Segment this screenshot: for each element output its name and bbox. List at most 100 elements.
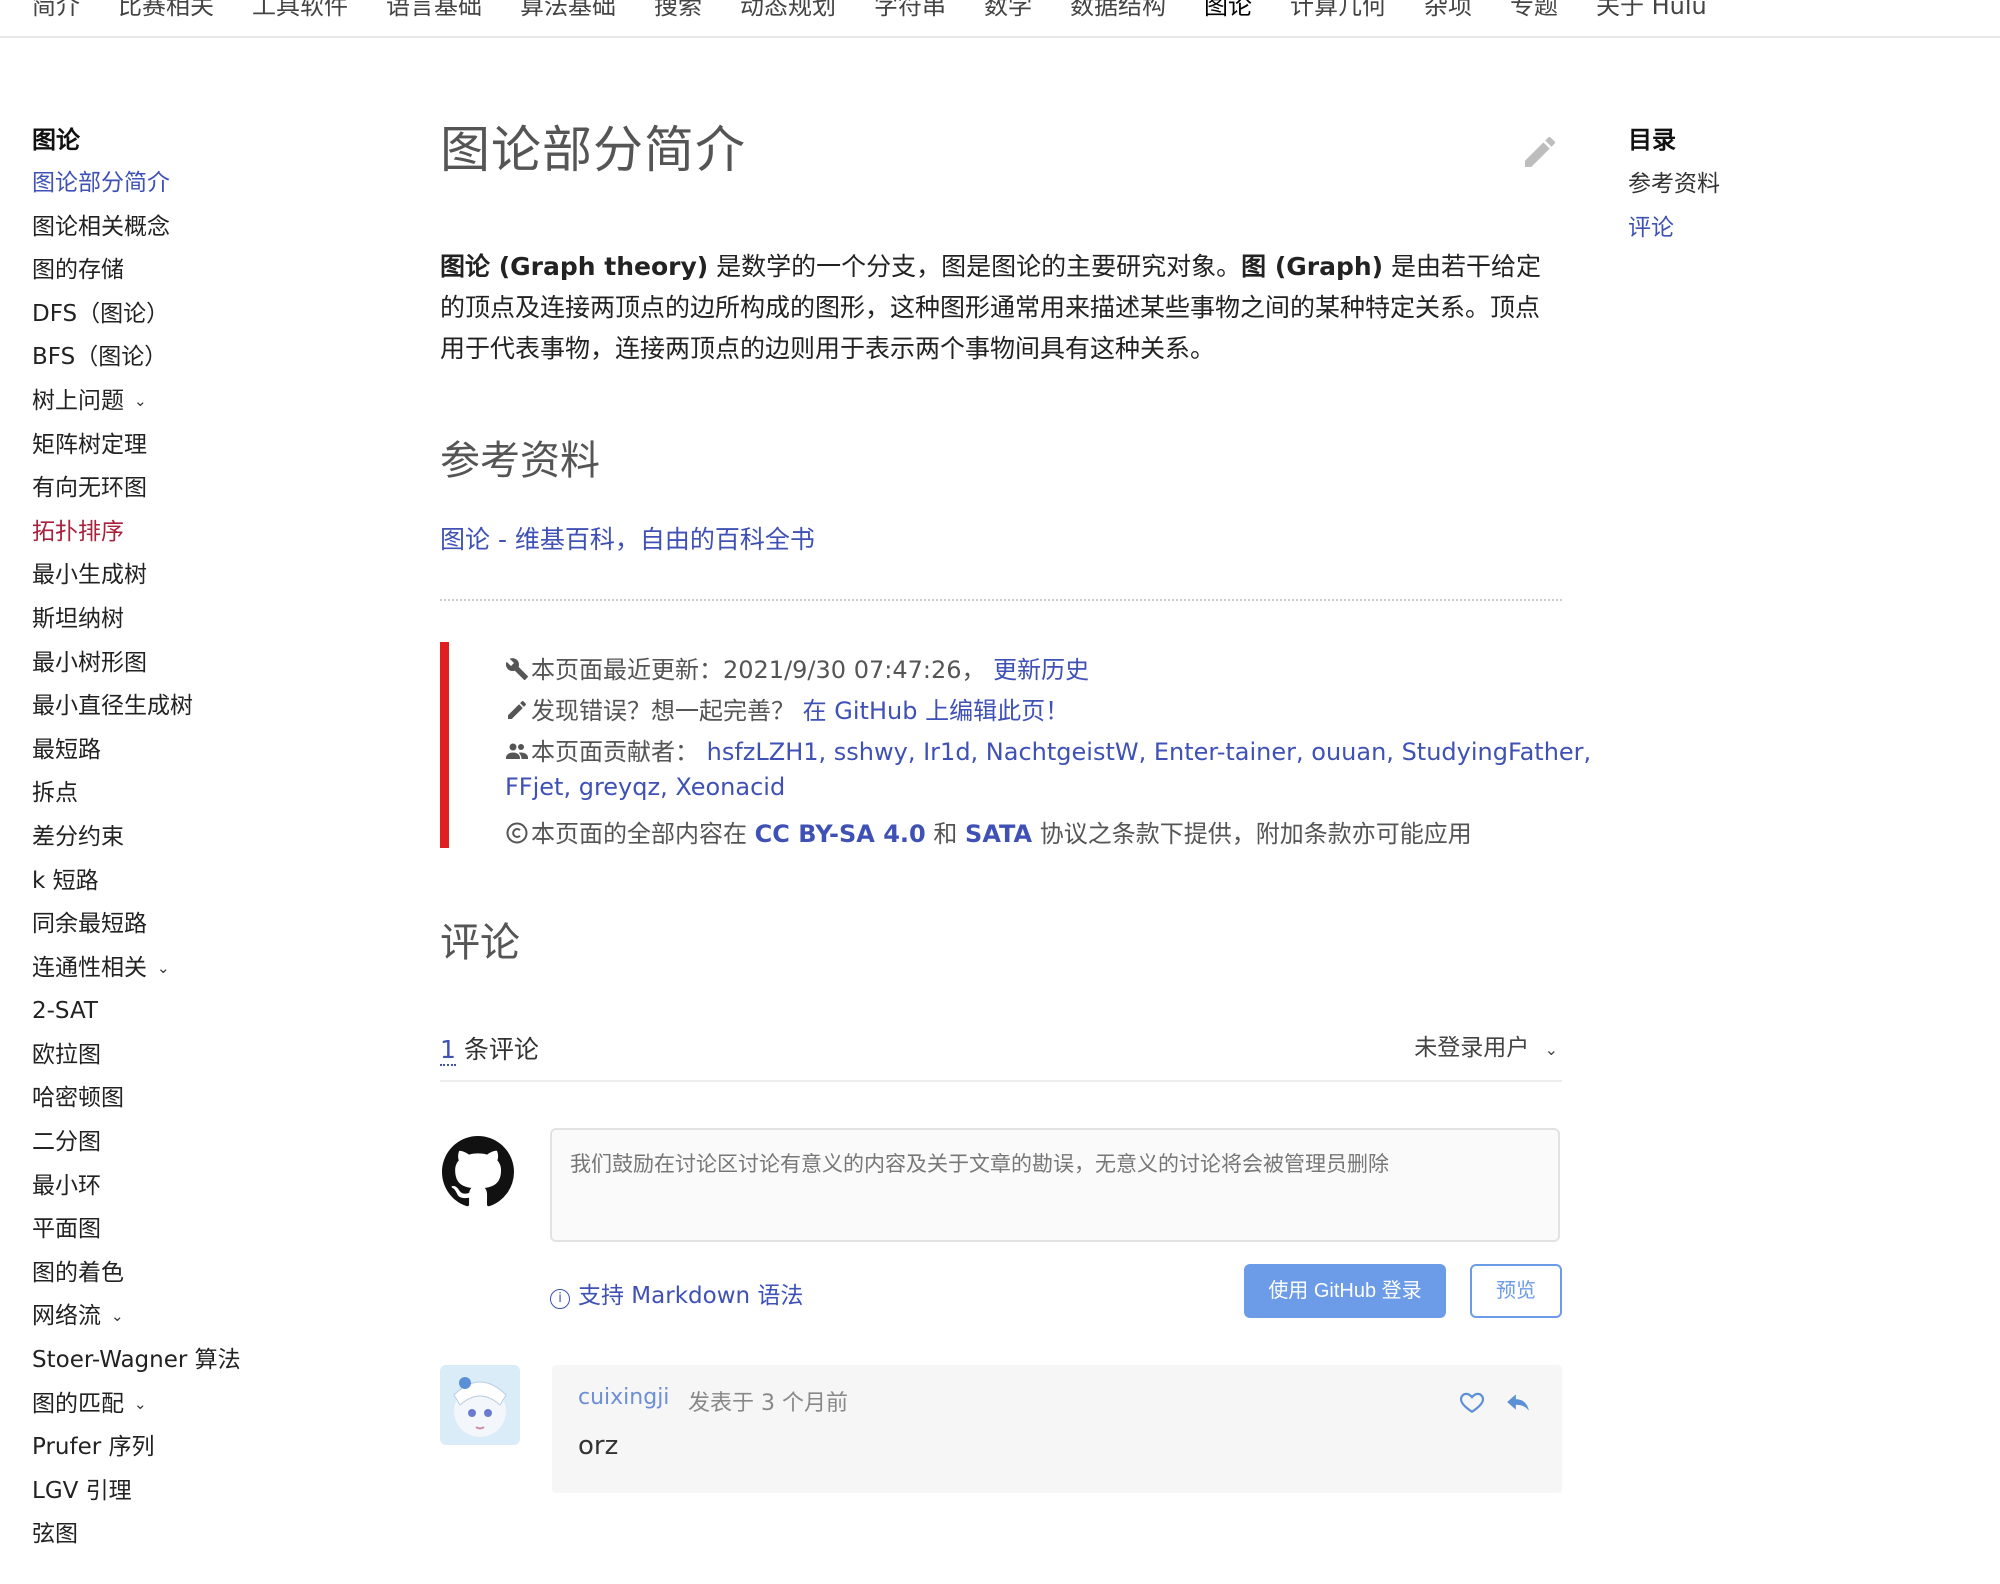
commenter-avatar[interactable] [440, 1365, 520, 1445]
meta-contributors-line2: FFjet, greyqz, Xeonacid [505, 773, 785, 801]
nav-tab[interactable]: 语言基础 [386, 0, 482, 21]
user-menu[interactable]: 未登录用户 ⌄ [1414, 1028, 1558, 1062]
chevron-down-icon: ⌄ [134, 1394, 147, 1413]
github-edit-link[interactable]: 在 GitHub 上编辑此页！ [803, 697, 1069, 725]
contributors-list-line1[interactable]: hsfzLZH1, sshwy, Ir1d, NachtgeistW, Ente… [707, 738, 1592, 766]
nav-tab[interactable]: 图论 [1204, 0, 1252, 21]
reference-link-wikipedia[interactable]: 图论 - 维基百科，自由的百科全书 [440, 520, 815, 556]
sidebar-item[interactable]: 哈密顿图 [32, 1077, 352, 1121]
comment-input[interactable]: 我们鼓励在讨论区讨论有意义的内容及关于文章的勘误，无意义的讨论将会被管理员删除 [550, 1128, 1560, 1242]
sidebar-item[interactable]: 网络流 ⌄ [32, 1295, 352, 1339]
sidebar-item[interactable]: 有向无环图 [32, 467, 352, 511]
sidebar-item[interactable]: LGV 引理 [32, 1470, 352, 1514]
history-link[interactable]: 更新历史 [993, 656, 1089, 684]
nav-tabs: 简介 比赛相关 工具软件 语言基础 算法基础 搜索 动态规划 字符串 数学 数据结构 图论 计算几何 杂… [32, 0, 1745, 21]
preview-button[interactable]: 预览 [1470, 1264, 1562, 1318]
sidebar-item[interactable]: 同余最短路 [32, 903, 352, 947]
nav-tab[interactable]: 计算几何 [1290, 0, 1386, 21]
reply-icon[interactable] [1504, 1389, 1532, 1415]
comment-input-placeholder: 我们鼓励在讨论区讨论有意义的内容及关于文章的勘误，无意义的讨论将会被管理员删除 [570, 1153, 1389, 1176]
meta-license-and: 和 [933, 820, 958, 848]
toc-item[interactable]: 参考资料 [1628, 162, 1928, 206]
nav-tab[interactable]: 工具软件 [252, 0, 348, 21]
nav-tab[interactable]: 简介 [32, 0, 80, 21]
meta-updated-line: 本页面最近更新：2021/9/30 07:47:26， 更新历史 [505, 650, 1089, 685]
copyright-icon [506, 822, 528, 844]
sidebar-item[interactable]: 最小直径生成树 [32, 685, 352, 729]
sidebar-item[interactable]: 拓扑排序 [32, 511, 352, 555]
sidebar-item[interactable]: 矩阵树定理 [32, 424, 352, 468]
info-icon: i [550, 1289, 570, 1309]
sidebar-item[interactable]: 连通性相关 ⌄ [32, 947, 352, 991]
sidebar-item[interactable]: 弦图 [32, 1513, 352, 1557]
meta-contributors-label: 本页面贡献者： [531, 738, 699, 766]
markdown-help-link[interactable]: i 支持 Markdown 语法 [550, 1276, 803, 1310]
sidebar-item[interactable]: 斯坦纳树 [32, 598, 352, 642]
sidebar-section-title[interactable]: 图论 [32, 118, 352, 162]
edit-pencil-icon[interactable] [1520, 132, 1560, 172]
sidebar-item-label: 斯坦纳树 [32, 605, 124, 632]
sidebar-item[interactable]: 图的着色 [32, 1252, 352, 1296]
nav-tab[interactable]: 搜索 [654, 0, 702, 21]
nav-tab[interactable]: 动态规划 [740, 0, 836, 21]
sidebar-item[interactable]: 最小树形图 [32, 642, 352, 686]
sidebar-item-label: 最小直径生成树 [32, 693, 193, 720]
nav-tab[interactable]: 算法基础 [520, 0, 616, 21]
sidebar-item[interactable]: 图的匹配 ⌄ [32, 1383, 352, 1427]
sidebar-item-label: Prufer 序列 [32, 1434, 155, 1461]
sidebar-item[interactable]: 图论相关概念 [32, 206, 352, 250]
sidebar-item[interactable]: 树上问题 ⌄ [32, 380, 352, 424]
sidebar-item[interactable]: 二分图 [32, 1121, 352, 1165]
meta-license-line: 本页面的全部内容在 CC BY-SA 4.0 和 SATA 协议之条款下提供，附… [505, 814, 1472, 849]
comments-heading: 评论 [440, 920, 520, 966]
sidebar-item-label: BFS（图论） [32, 344, 168, 371]
sidebar-item[interactable]: 平面图 [32, 1208, 352, 1252]
intro-term-graph-theory: 图论 (Graph theory) [440, 252, 709, 281]
sidebar-item[interactable]: 2-SAT [32, 990, 352, 1034]
nav-tab[interactable]: 关于 Hulu [1596, 0, 1707, 21]
nav-tab[interactable]: 杂项 [1424, 0, 1472, 21]
sidebar-item-label: 有向无环图 [32, 475, 147, 502]
toc-title: 目录 [1628, 126, 1676, 154]
sidebar-item[interactable]: DFS（图论） [32, 293, 352, 337]
nav-tab[interactable]: 数据结构 [1070, 0, 1166, 21]
comment-author[interactable]: cuixingji [578, 1385, 669, 1410]
heart-icon[interactable] [1458, 1389, 1486, 1415]
license-cc-link[interactable]: CC BY-SA 4.0 [755, 820, 926, 848]
sidebar-item[interactable]: 图论部分简介 [32, 162, 352, 206]
sidebar-item-label: 平面图 [32, 1216, 101, 1243]
sidebar-item[interactable]: k 短路 [32, 860, 352, 904]
page-title: 图论部分简介 [440, 121, 746, 179]
comments-header: 1 条评论 未登录用户 ⌄ [440, 1030, 1562, 1082]
intro-text-1: 是数学的一个分支，图是图论的主要研究对象。 [708, 252, 1242, 281]
nav-tab[interactable]: 专题 [1510, 0, 1558, 21]
sidebar-item-label: 差分约束 [32, 823, 124, 850]
sidebar-item-label: k 短路 [32, 867, 99, 894]
chevron-down-icon: ⌄ [1544, 1040, 1558, 1059]
sidebar-item[interactable]: 最小环 [32, 1165, 352, 1209]
sidebar-item[interactable]: BFS（图论） [32, 336, 352, 380]
comment-count-number[interactable]: 1 [440, 1035, 456, 1066]
sidebar-item[interactable]: 最短路 [32, 729, 352, 773]
contributors-list-line2[interactable]: FFjet, greyqz, Xeonacid [505, 773, 785, 801]
sidebar-item-label: 同余最短路 [32, 911, 147, 938]
sidebar-item[interactable]: 欧拉图 [32, 1034, 352, 1078]
divider [440, 599, 1562, 601]
sidebar-item[interactable]: 差分约束 [32, 816, 352, 860]
sidebar-item[interactable]: 图的存储 [32, 249, 352, 293]
top-nav: 简介 比赛相关 工具软件 语言基础 算法基础 搜索 动态规划 字符串 数学 数据结构 图论 计算几何 杂… [0, 0, 2000, 38]
meta-license-post: 协议之条款下提供，附加条款亦可能应用 [1039, 820, 1472, 848]
sidebar-item[interactable]: Prufer 序列 [32, 1426, 352, 1470]
sidebar-item[interactable]: 最小生成树 [32, 554, 352, 598]
nav-tab[interactable]: 比赛相关 [118, 0, 214, 21]
toc-item[interactable]: 评论 [1628, 206, 1928, 250]
sidebar-item-label: 图论相关概念 [32, 213, 170, 240]
sidebar-item[interactable]: Stoer-Wagner 算法 [32, 1339, 352, 1383]
github-login-button[interactable]: 使用 GitHub 登录 [1244, 1264, 1446, 1318]
sidebar-item-label: LGV 引理 [32, 1477, 132, 1504]
sidebar-item[interactable]: 拆点 [32, 772, 352, 816]
nav-tab[interactable]: 字符串 [874, 0, 946, 21]
license-sata-link[interactable]: SATA [965, 820, 1032, 848]
nav-tab[interactable]: 数学 [984, 0, 1032, 21]
sidebar-item-label: 二分图 [32, 1129, 101, 1156]
